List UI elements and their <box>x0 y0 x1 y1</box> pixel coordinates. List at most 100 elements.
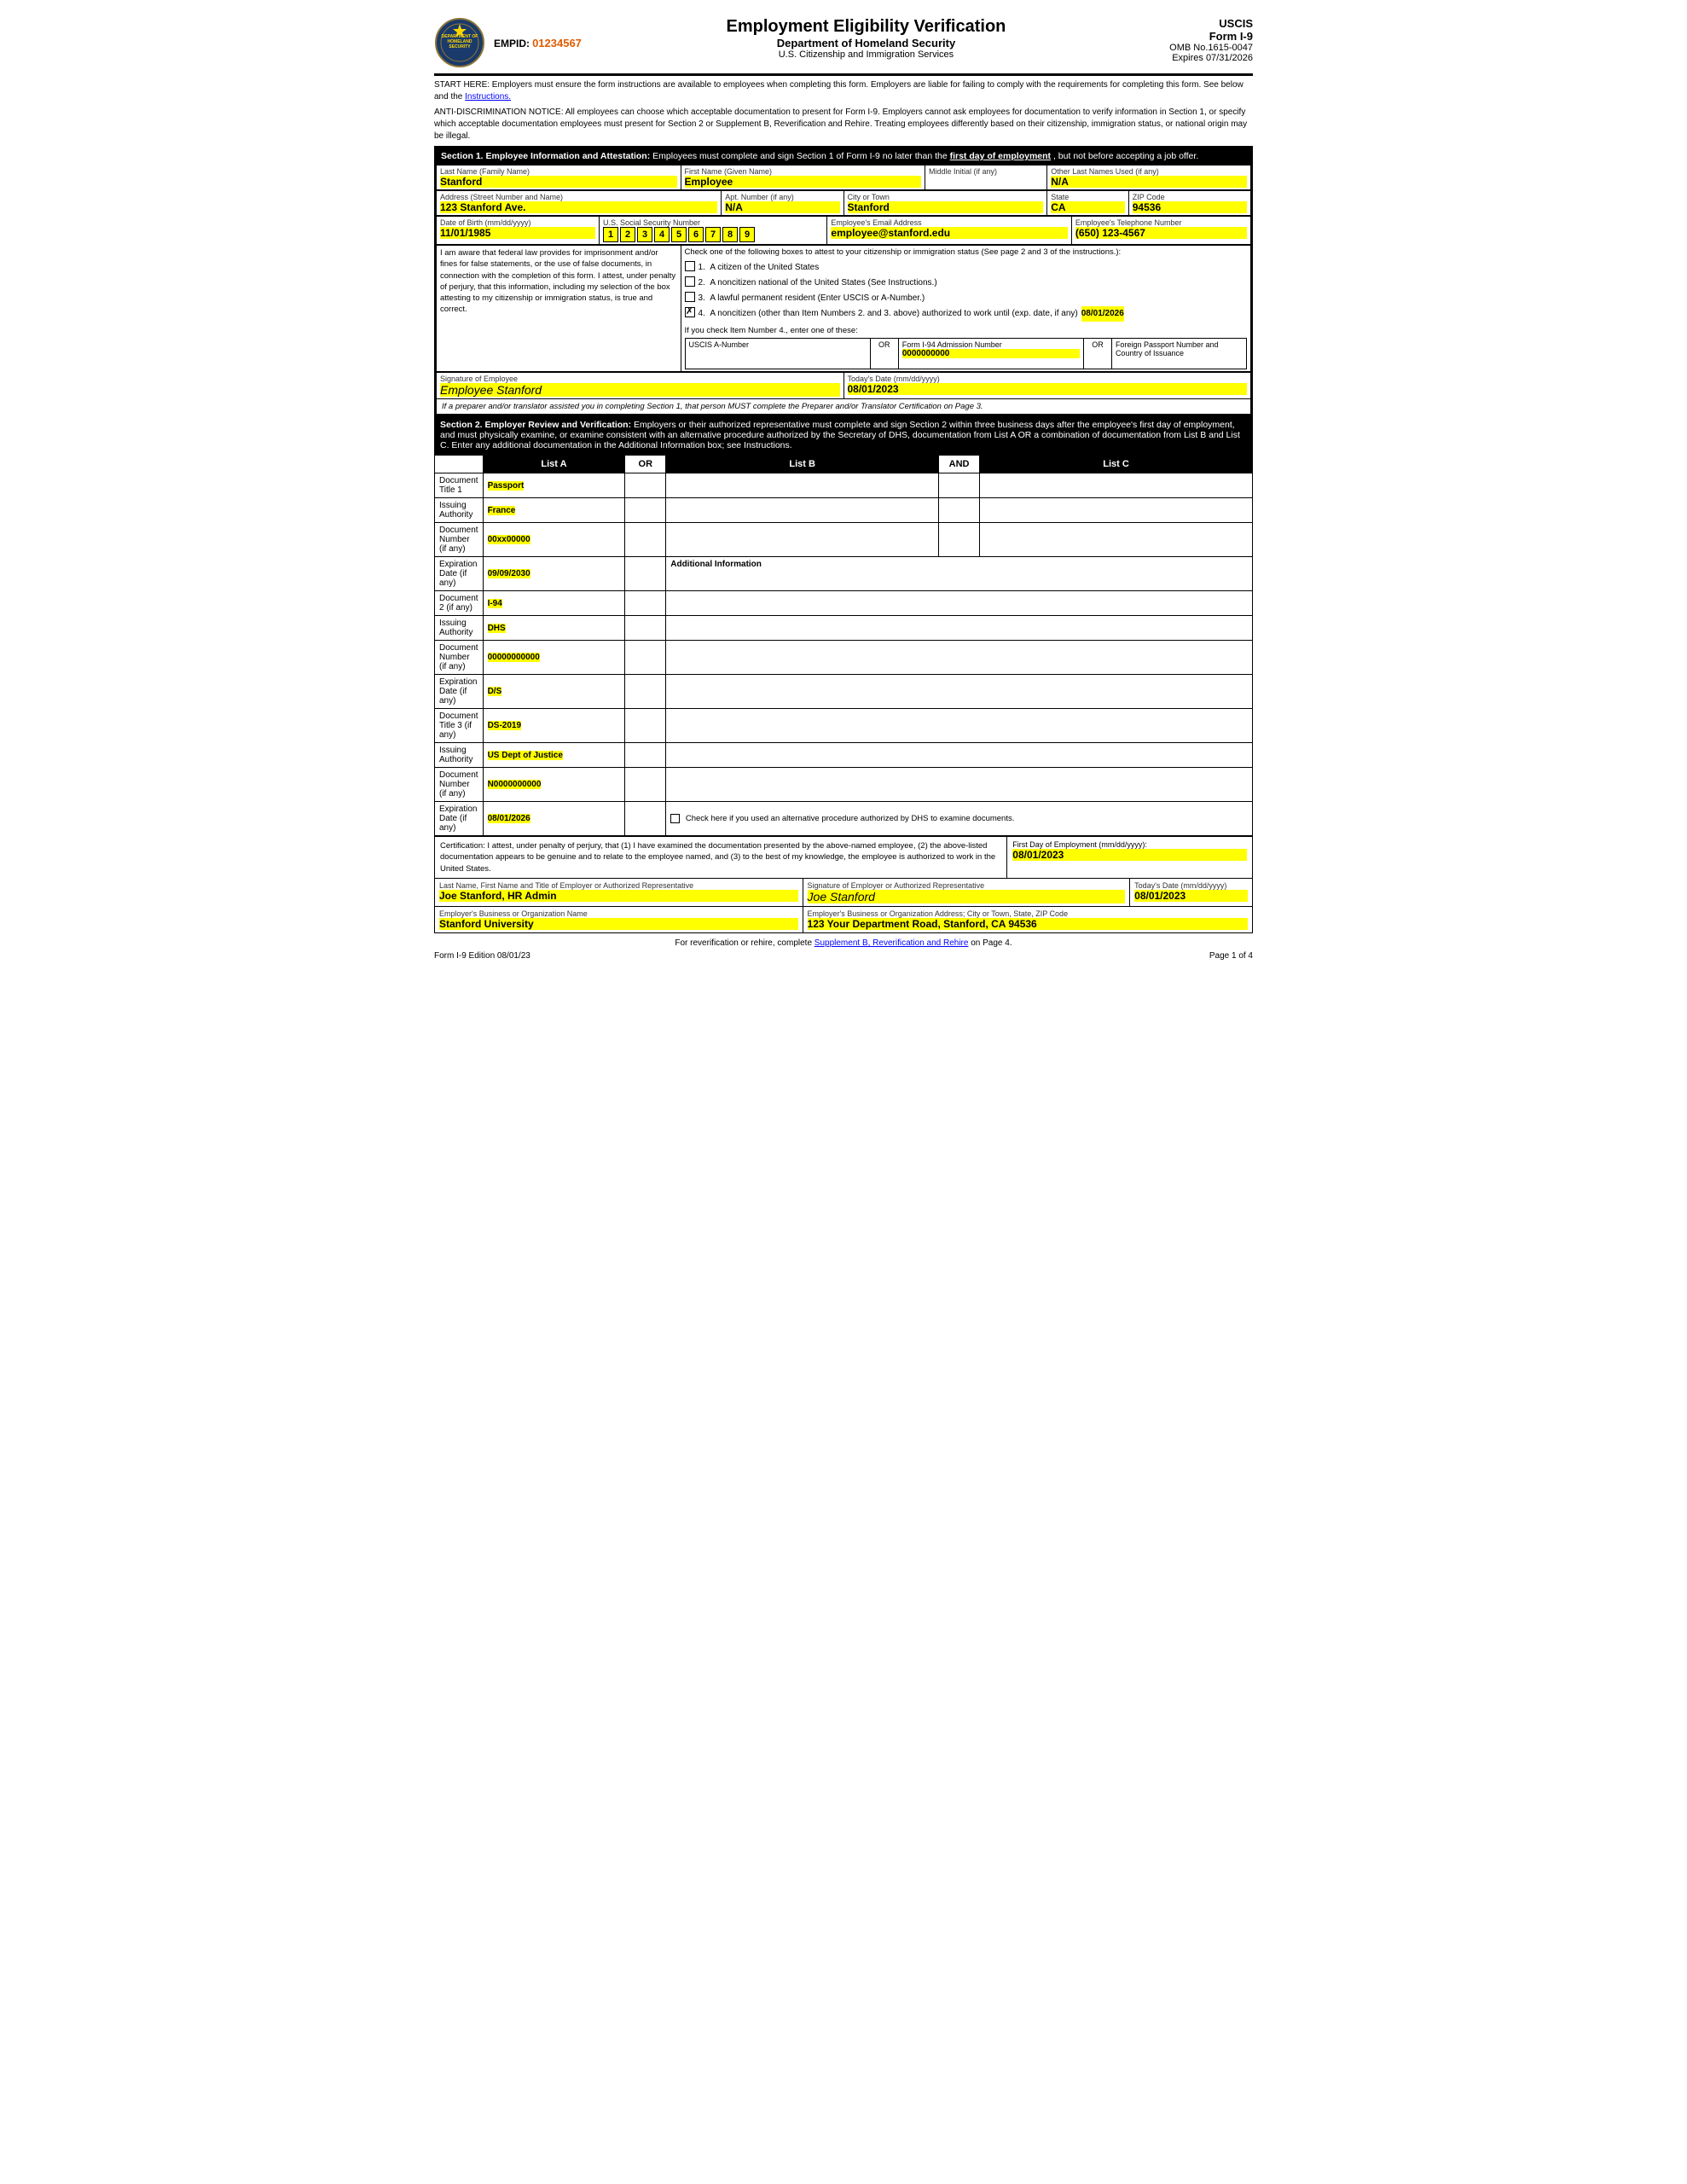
doc-num-1-label: Document Number (if any) <box>435 523 484 557</box>
list-a-header: List A <box>483 456 625 473</box>
doc-num-1-list-c <box>980 523 1253 557</box>
phone-label: Employee's Telephone Number <box>1075 218 1247 227</box>
doc-title-2-or <box>625 591 666 616</box>
doc-title-3-label: Document Title 3 (if any) <box>435 709 484 743</box>
section1-address-row: Address (Street Number and Name) 123 Sta… <box>436 190 1251 216</box>
other-names-label: Other Last Names Used (if any) <box>1051 167 1247 176</box>
i94-value: 0000000000 <box>902 349 1080 358</box>
city-value: Stanford <box>848 201 1044 213</box>
other-names-value: N/A <box>1051 176 1247 188</box>
employer-name-cell: Last Name, First Name and Title of Emplo… <box>435 879 803 907</box>
item4-date: 08/01/2026 <box>1081 306 1124 322</box>
section2-table: List A OR List B AND List C Document Tit… <box>434 455 1253 836</box>
item4-note: If you check Item Number 4., enter one o… <box>685 326 1248 335</box>
org-name-cell: Employer's Business or Organization Name… <box>435 906 803 932</box>
section2-list-headers: List A OR List B AND List C <box>435 456 1253 473</box>
section2-header: Section 2. Employer Review and Verificat… <box>434 416 1253 455</box>
instructions-link[interactable]: Instructions. <box>465 92 511 102</box>
alt-procedure-checkbox[interactable] <box>670 814 680 823</box>
list-b-header: List B <box>666 456 939 473</box>
checkbox-citizen[interactable] <box>685 261 695 271</box>
ssn-digit-7: 7 <box>705 227 721 242</box>
doc-num-3-or <box>625 768 666 802</box>
and-divider: AND <box>939 456 980 473</box>
citizenship-option-3: 3. A lawful permanent resident (Enter US… <box>685 291 1248 306</box>
section1-header: Section 1. Employee Information and Atte… <box>436 148 1251 165</box>
passport-value <box>1116 357 1243 367</box>
doc-num-3-row: Document Number (if any) N0000000000 <box>435 768 1253 802</box>
i94-label: Form I-94 Admission Number <box>902 340 1080 349</box>
employer-date-label: Today's Date (mm/dd/yyyy) <box>1134 881 1248 890</box>
reverif-link[interactable]: Supplement B, Reverification and Rehire <box>815 938 969 948</box>
section1-dob-row: Date of Birth (mm/dd/yyyy) 11/01/1985 U.… <box>436 216 1251 245</box>
employer-sig-value: Joe Stanford <box>808 890 1126 903</box>
employer-sig-label: Signature of Employer or Authorized Repr… <box>808 881 1126 890</box>
doc-num-2-label: Document Number (if any) <box>435 641 484 675</box>
doc-title-2-value: I-94 <box>483 591 625 616</box>
notice2: ANTI-DISCRIMINATION NOTICE: All employee… <box>434 107 1253 142</box>
doc-num-2-value: 00000000000 <box>483 641 625 675</box>
employer-sig-table: Last Name, First Name and Title of Emplo… <box>434 879 1253 933</box>
issuing-auth-1-label: Issuing Authority <box>435 498 484 523</box>
phone-value: (650) 123-4567 <box>1075 227 1247 239</box>
issuing-auth-3-label: Issuing Authority <box>435 743 484 768</box>
last-name-label: Last Name (Family Name) <box>440 167 677 176</box>
additional-info-content-6 <box>666 743 1253 768</box>
reverif-notice: For reverification or rehire, complete S… <box>434 938 1253 948</box>
issuing-auth-1-or <box>625 498 666 523</box>
employer-date-value: 08/01/2023 <box>1134 890 1248 902</box>
issuing-auth-3-row: Issuing Authority US Dept of Justice <box>435 743 1253 768</box>
page-footer: Form I-9 Edition 08/01/23 Page 1 of 4 <box>434 951 1253 961</box>
section1-citizenship-row: I am aware that federal law provides for… <box>436 245 1251 372</box>
sig-date-label: Today's Date (mm/dd/yyyy) <box>848 375 1248 383</box>
checkbox-noncitizen-worker[interactable] <box>685 307 695 317</box>
sig-value: Employee Stanford <box>440 383 840 397</box>
ssn-digit-2: 2 <box>620 227 635 242</box>
first-day-label: First Day of Employment (mm/dd/yyyy): <box>1012 840 1247 849</box>
first-name-label: First Name (Given Name) <box>685 167 922 176</box>
exp-date-1-or <box>625 557 666 591</box>
exp-date-2-row: Expiration Date (if any) D/S <box>435 675 1253 709</box>
ssn-digit-6: 6 <box>688 227 704 242</box>
header-left: DEPARTMENT OF HOMELAND SECURITY EMPID: 0… <box>434 17 582 68</box>
checkbox-permanent-resident[interactable] <box>685 292 695 302</box>
first-name-value: Employee <box>685 176 922 188</box>
checkbox-noncitizen-national[interactable] <box>685 276 695 287</box>
issuing-auth-2-or <box>625 616 666 641</box>
employer-org-row: Employer's Business or Organization Name… <box>435 906 1253 932</box>
doc-num-2-or <box>625 641 666 675</box>
doc-title-2-row: Document 2 (if any) I-94 <box>435 591 1253 616</box>
issuing-auth-1-value: France <box>483 498 625 523</box>
doc-num-2-row: Document Number (if any) 00000000000 <box>435 641 1253 675</box>
state-value: CA <box>1051 201 1125 213</box>
additional-info-cell: Additional Information <box>666 557 1253 591</box>
ssn-label: U.S. Social Security Number <box>603 218 823 227</box>
or-label-2: OR <box>1084 339 1112 369</box>
dept-name: Department of Homeland Security <box>582 37 1151 49</box>
doc-num-1-or <box>625 523 666 557</box>
zip-label: ZIP Code <box>1133 193 1247 201</box>
org-address-label: Employer's Business or Organization Addr… <box>808 909 1248 918</box>
middle-initial-label: Middle Initial (if any) <box>929 167 1043 176</box>
doc-num-3-label: Document Number (if any) <box>435 768 484 802</box>
ssn-digit-3: 3 <box>637 227 652 242</box>
additional-info-content-5 <box>666 709 1253 743</box>
notice1: START HERE: Employers must ensure the fo… <box>434 79 1253 103</box>
awareness-text: I am aware that federal law provides for… <box>437 246 681 372</box>
ssn-digit-1: 1 <box>603 227 618 242</box>
page-label: Page 1 of 4 <box>1209 951 1253 961</box>
ssn-digit-9: 9 <box>739 227 755 242</box>
zip-value: 94536 <box>1133 201 1247 213</box>
section1-name-row: Last Name (Family Name) Stanford First N… <box>436 165 1251 190</box>
agency-name: U.S. Citizenship and Immigration Service… <box>582 49 1151 60</box>
header-right: USCIS Form I-9 OMB No.1615-0047 Expires … <box>1151 17 1253 63</box>
emp-id-value: 01234567 <box>532 37 582 49</box>
svg-text:SECURITY: SECURITY <box>449 44 471 49</box>
dob-label: Date of Birth (mm/dd/yyyy) <box>440 218 595 227</box>
issuing-auth-2-value: DHS <box>483 616 625 641</box>
citizenship-options: 1. A citizen of the United States 2. A n… <box>685 260 1248 322</box>
citizenship-option-1: 1. A citizen of the United States <box>685 260 1248 276</box>
preparer-notice: If a preparer and/or translator assisted… <box>436 399 1251 415</box>
ssn-digit-5: 5 <box>671 227 687 242</box>
last-name-value: Stanford <box>440 176 677 188</box>
